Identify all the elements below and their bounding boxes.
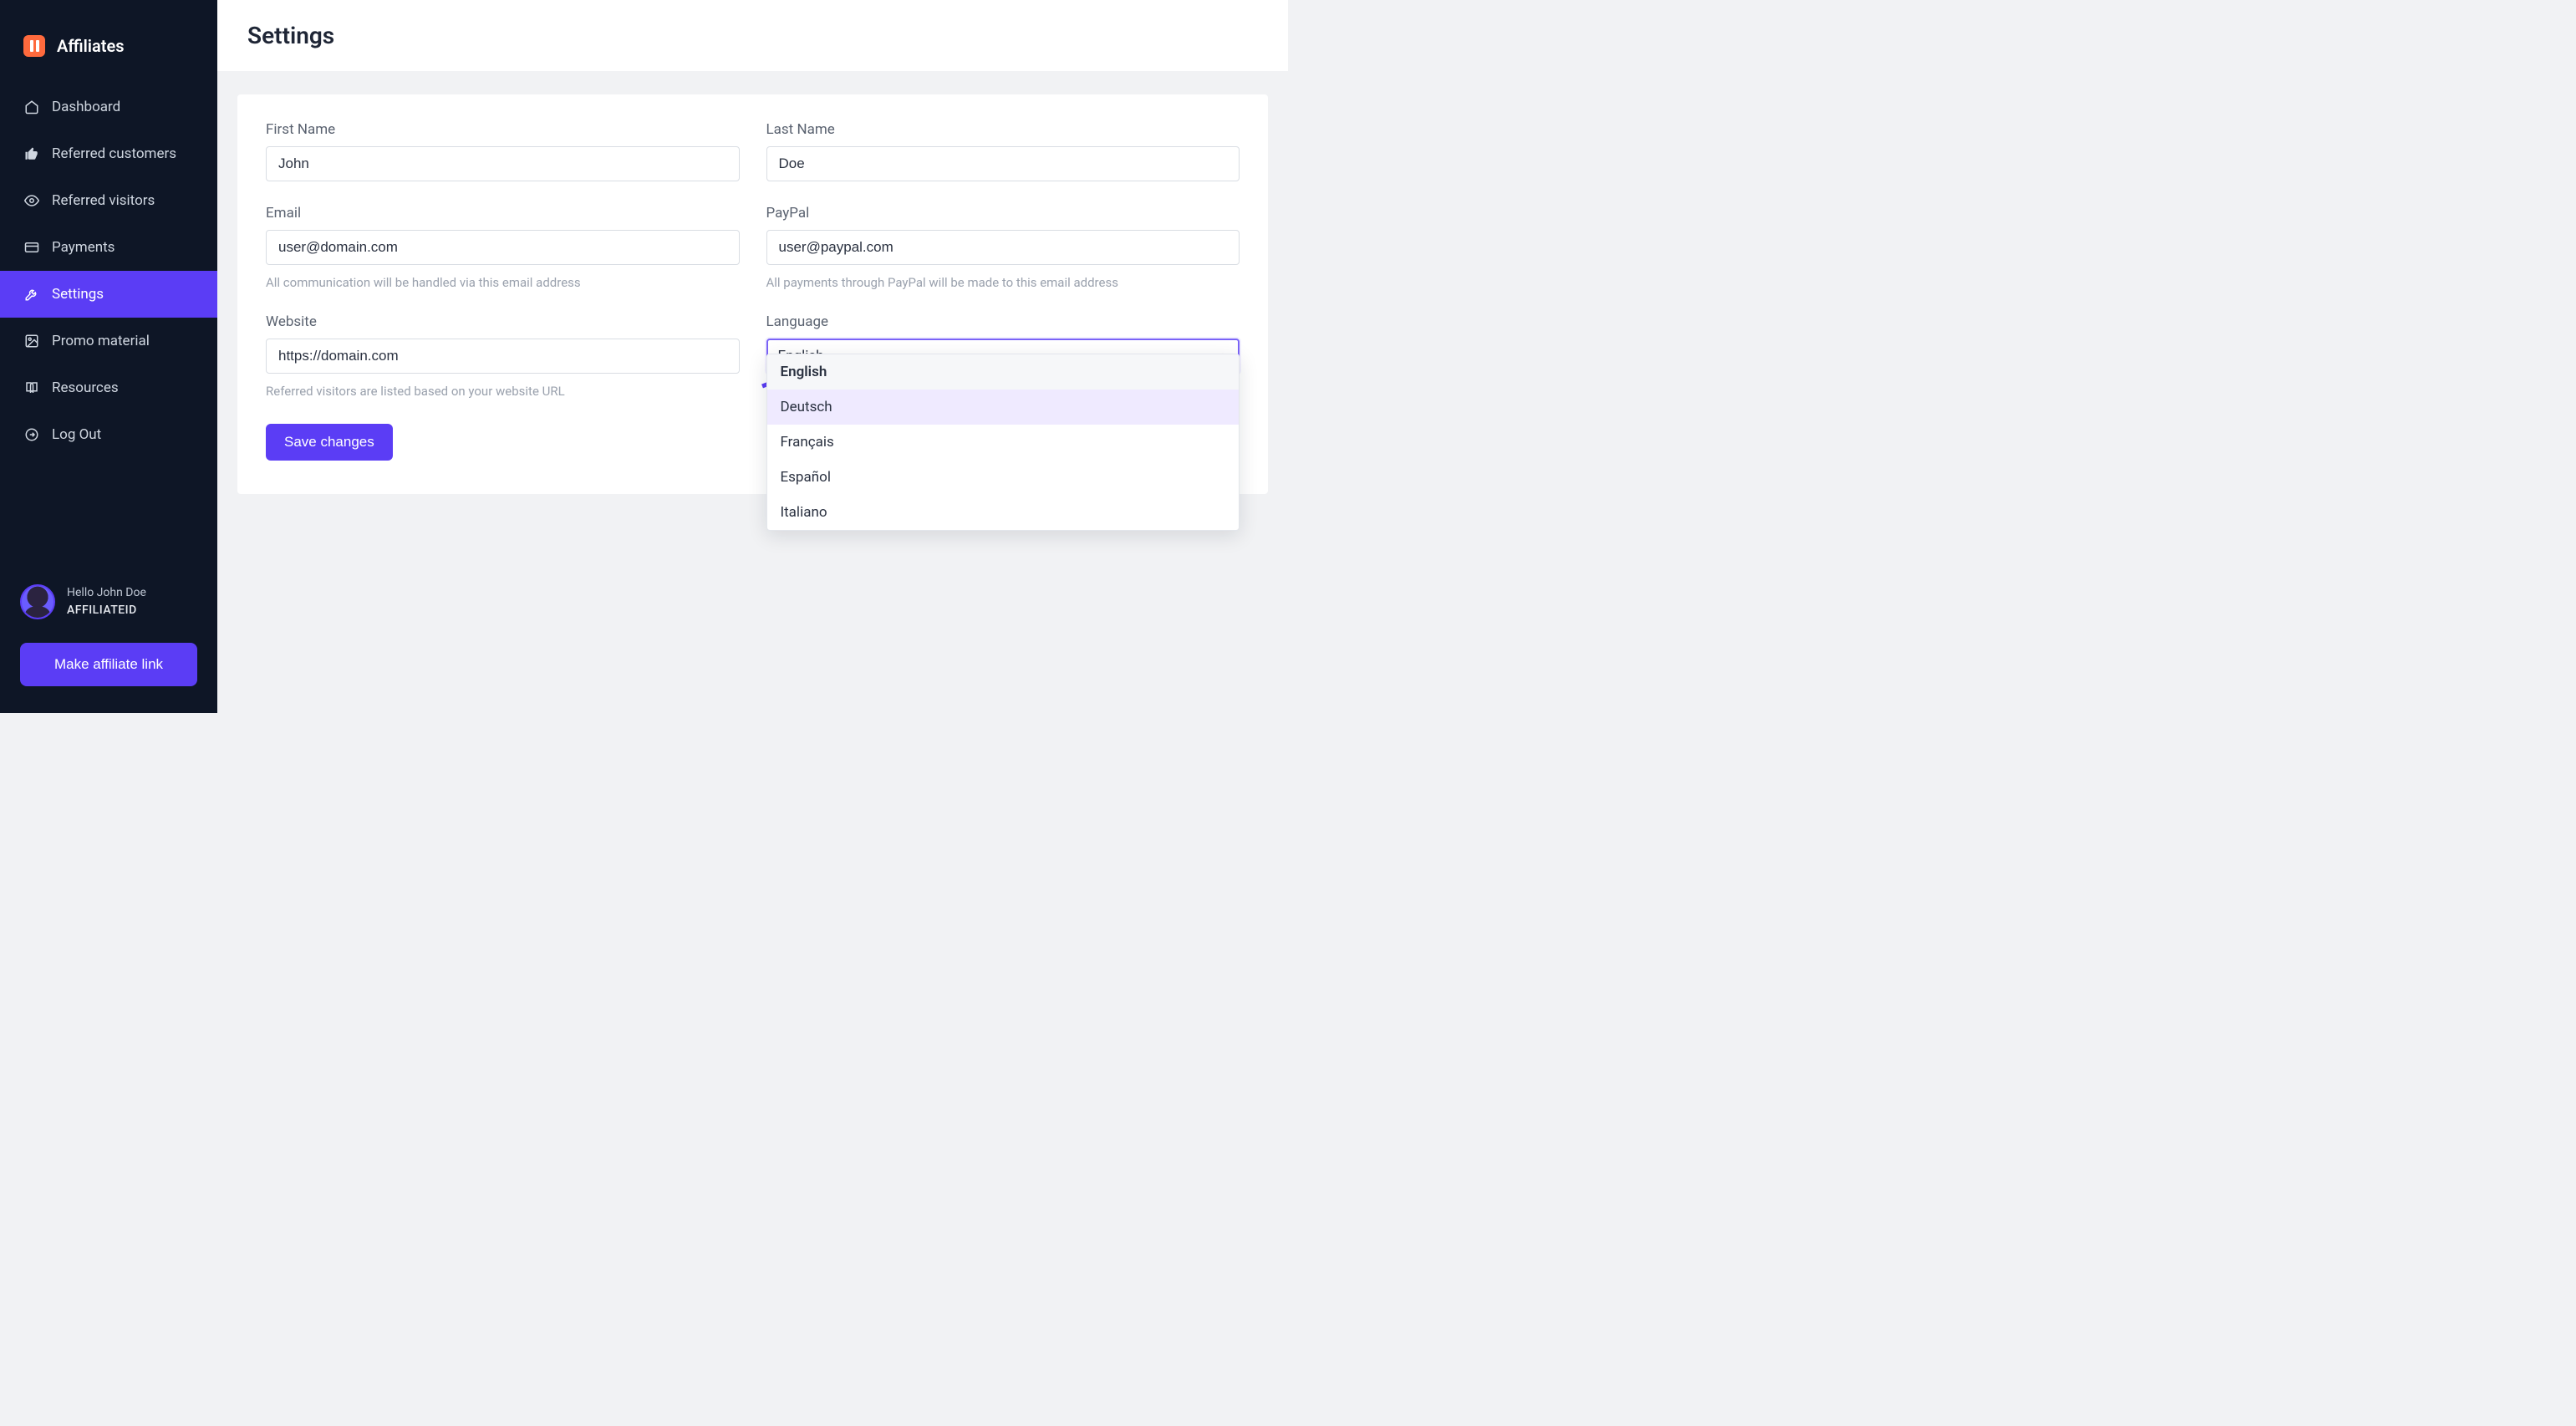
paypal-label: PayPal bbox=[766, 205, 1240, 222]
last-name-label: Last Name bbox=[766, 121, 1240, 138]
sidebar-item-payments[interactable]: Payments bbox=[0, 224, 217, 271]
brand-title: Affiliates bbox=[57, 36, 125, 56]
paypal-input[interactable] bbox=[766, 230, 1240, 265]
language-option-deutsch[interactable]: Deutsch bbox=[767, 390, 1240, 425]
sidebar-item-label: Resources bbox=[52, 379, 119, 396]
field-last-name: Last Name bbox=[766, 121, 1240, 181]
thumbs-up-icon bbox=[23, 145, 40, 162]
sidebar-item-label: Promo material bbox=[52, 333, 150, 349]
image-icon bbox=[23, 333, 40, 349]
language-option-francais[interactable]: Français bbox=[767, 425, 1240, 460]
user-affiliate-id: AFFILIATEID bbox=[67, 602, 146, 619]
user-block: Hello John Doe AFFILIATEID bbox=[0, 571, 217, 633]
sidebar-item-label: Payments bbox=[52, 239, 115, 256]
sidebar-item-referred-customers[interactable]: Referred customers bbox=[0, 130, 217, 177]
page-title: Settings bbox=[247, 22, 1258, 49]
sidebar-item-label: Referred visitors bbox=[52, 192, 155, 209]
settings-card: First Name Last Name Email All communica… bbox=[237, 94, 1268, 494]
sidebar-item-settings[interactable]: Settings bbox=[0, 271, 217, 318]
main: Settings First Name Last Name Email bbox=[217, 0, 1288, 713]
sidebar-item-dashboard[interactable]: Dashboard bbox=[0, 84, 217, 130]
eye-icon bbox=[23, 192, 40, 209]
first-name-label: First Name bbox=[266, 121, 740, 138]
paypal-help: All payments through PayPal will be made… bbox=[766, 275, 1240, 290]
language-option-italiano[interactable]: Italiano bbox=[767, 495, 1240, 530]
avatar bbox=[20, 584, 55, 619]
wrench-icon bbox=[23, 286, 40, 303]
logout-icon bbox=[23, 426, 40, 443]
user-greeting: Hello John Doe bbox=[67, 584, 146, 602]
credit-card-icon bbox=[23, 239, 40, 256]
sidebar-nav: Dashboard Referred customers Referred vi… bbox=[0, 84, 217, 458]
email-label: Email bbox=[266, 205, 740, 222]
sidebar-item-label: Log Out bbox=[52, 426, 101, 443]
sidebar-item-label: Dashboard bbox=[52, 99, 120, 115]
language-option-espanol[interactable]: Español bbox=[767, 460, 1240, 495]
field-website: Website Referred visitors are listed bas… bbox=[266, 313, 740, 399]
website-input[interactable] bbox=[266, 339, 740, 374]
save-changes-button[interactable]: Save changes bbox=[266, 424, 393, 461]
make-affiliate-link-button[interactable]: Make affiliate link bbox=[20, 643, 197, 686]
sidebar: Affiliates Dashboard Referred customers … bbox=[0, 0, 217, 713]
first-name-input[interactable] bbox=[266, 146, 740, 181]
field-email: Email All communication will be handled … bbox=[266, 205, 740, 290]
website-help: Referred visitors are listed based on yo… bbox=[266, 384, 740, 399]
sidebar-item-label: Settings bbox=[52, 286, 104, 303]
sidebar-item-logout[interactable]: Log Out bbox=[0, 411, 217, 458]
language-dropdown: English Deutsch Français Español Italian… bbox=[766, 354, 1240, 531]
last-name-input[interactable] bbox=[766, 146, 1240, 181]
sidebar-item-resources[interactable]: Resources bbox=[0, 364, 217, 411]
email-input[interactable] bbox=[266, 230, 740, 265]
website-label: Website bbox=[266, 313, 740, 330]
language-option-english[interactable]: English bbox=[767, 354, 1240, 390]
sidebar-item-referred-visitors[interactable]: Referred visitors bbox=[0, 177, 217, 224]
language-label: Language bbox=[766, 313, 1240, 330]
brand: Affiliates bbox=[0, 35, 217, 79]
sidebar-item-label: Referred customers bbox=[52, 145, 176, 162]
field-paypal: PayPal All payments through PayPal will … bbox=[766, 205, 1240, 290]
brand-logo-icon bbox=[23, 35, 45, 57]
sidebar-item-promo-material[interactable]: Promo material bbox=[0, 318, 217, 364]
page-header: Settings bbox=[217, 0, 1288, 71]
home-icon bbox=[23, 99, 40, 115]
email-help: All communication will be handled via th… bbox=[266, 275, 740, 290]
field-first-name: First Name bbox=[266, 121, 740, 181]
book-icon bbox=[23, 379, 40, 396]
